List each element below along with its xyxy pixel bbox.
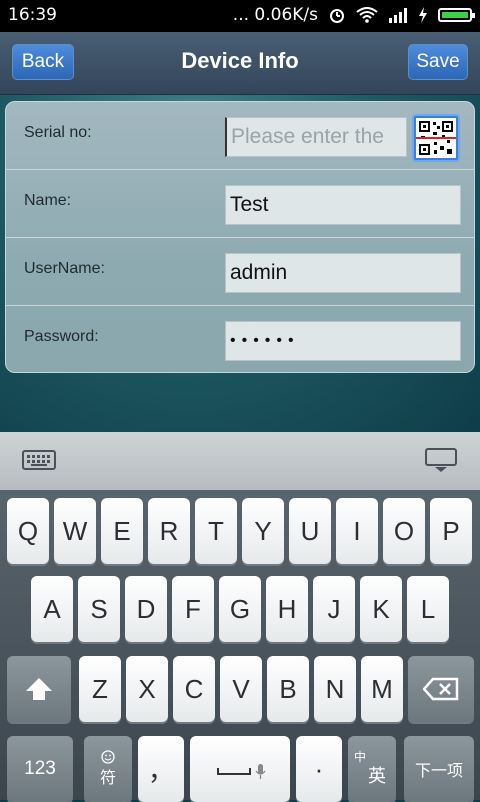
- period-key[interactable]: ·: [296, 736, 342, 802]
- key-u[interactable]: U: [289, 498, 331, 564]
- key-l[interactable]: L: [407, 576, 449, 642]
- comma-key[interactable]: ，: [138, 736, 184, 802]
- period-key-label: ·: [314, 753, 324, 784]
- lang-en-label: 英: [368, 766, 386, 786]
- keyboard-switch-icon[interactable]: [22, 448, 56, 472]
- emoji-icon: [101, 750, 115, 764]
- symbol-key-label: 符: [99, 770, 116, 787]
- serial-row: Serial no: Please enter the: [6, 102, 474, 170]
- key-v[interactable]: V: [220, 656, 262, 722]
- key-b[interactable]: B: [267, 656, 309, 722]
- save-button[interactable]: Save: [408, 44, 468, 80]
- key-y[interactable]: Y: [242, 498, 284, 564]
- comma-key-label: ，: [147, 755, 174, 786]
- next-field-key[interactable]: 下一项: [404, 736, 474, 802]
- serial-placeholder: Please enter the: [231, 125, 384, 148]
- key-p[interactable]: P: [430, 498, 472, 564]
- key-w[interactable]: W: [54, 498, 96, 564]
- device-form: Serial no: Please enter the Name: Test U…: [5, 101, 475, 373]
- status-bar: 16:39 ... 0.06K/s: [0, 0, 480, 32]
- key-e[interactable]: E: [101, 498, 143, 564]
- key-k[interactable]: K: [360, 576, 402, 642]
- keyboard-toolbar: [0, 432, 480, 490]
- serial-input[interactable]: Please enter the: [225, 117, 407, 157]
- status-time: 16:39: [8, 5, 57, 25]
- shift-key[interactable]: [7, 656, 71, 722]
- nav-bar: Back Device Info Save: [0, 32, 480, 95]
- name-label: Name:: [24, 192, 72, 209]
- wifi-icon: [356, 7, 378, 23]
- save-button-label: Save: [416, 51, 460, 72]
- key-z[interactable]: Z: [79, 656, 121, 722]
- space-key[interactable]: [190, 736, 290, 802]
- status-icons: ... 0.06K/s: [232, 5, 475, 25]
- content-area: Serial no: Please enter the Name: Test U…: [0, 95, 480, 432]
- key-m[interactable]: M: [361, 656, 403, 722]
- name-row: Name: Test: [6, 170, 474, 238]
- key-q[interactable]: Q: [7, 498, 49, 564]
- name-input[interactable]: Test: [225, 185, 461, 225]
- language-key[interactable]: 中 英: [348, 736, 396, 802]
- symbol-key[interactable]: 符: [84, 736, 132, 802]
- hide-keyboard-icon[interactable]: [424, 448, 458, 472]
- key-f[interactable]: F: [172, 576, 214, 642]
- password-label: Password:: [24, 328, 99, 345]
- backspace-icon: [423, 677, 459, 701]
- key-h[interactable]: H: [266, 576, 308, 642]
- password-input[interactable]: ••••••: [225, 321, 461, 361]
- key-n[interactable]: N: [314, 656, 356, 722]
- shift-icon: [26, 678, 52, 700]
- username-row: UserName: admin: [6, 238, 474, 306]
- serial-label: Serial no:: [24, 124, 92, 141]
- key-r[interactable]: R: [148, 498, 190, 564]
- soft-keyboard: QWERTYUIOP ASDFGHJKL ZXCVBNM 123 符 ， · 中…: [0, 432, 480, 802]
- key-g[interactable]: G: [219, 576, 261, 642]
- network-speed: ... 0.06K/s: [232, 5, 318, 25]
- key-o[interactable]: O: [383, 498, 425, 564]
- numbers-key[interactable]: 123: [7, 736, 73, 802]
- key-t[interactable]: T: [195, 498, 237, 564]
- scan-qr-button[interactable]: [412, 114, 460, 162]
- battery-icon: [438, 8, 475, 22]
- key-j[interactable]: J: [313, 576, 355, 642]
- signal-icon: [389, 8, 407, 23]
- next-field-key-label: 下一项: [414, 763, 463, 780]
- backspace-key[interactable]: [408, 656, 474, 722]
- key-x[interactable]: X: [126, 656, 168, 722]
- lang-zh-label: 中: [354, 750, 367, 764]
- key-c[interactable]: C: [173, 656, 215, 722]
- username-input[interactable]: admin: [225, 253, 461, 293]
- key-a[interactable]: A: [31, 576, 73, 642]
- alarm-icon: [330, 9, 344, 23]
- qr-code-icon: [416, 118, 456, 158]
- password-row: Password: ••••••: [6, 306, 474, 372]
- charging-icon: [419, 7, 427, 23]
- key-i[interactable]: I: [336, 498, 378, 564]
- key-s[interactable]: S: [78, 576, 120, 642]
- key-d[interactable]: D: [125, 576, 167, 642]
- numbers-key-label: 123: [24, 758, 56, 779]
- username-label: UserName:: [24, 260, 105, 277]
- space-mic-icon: [217, 764, 266, 779]
